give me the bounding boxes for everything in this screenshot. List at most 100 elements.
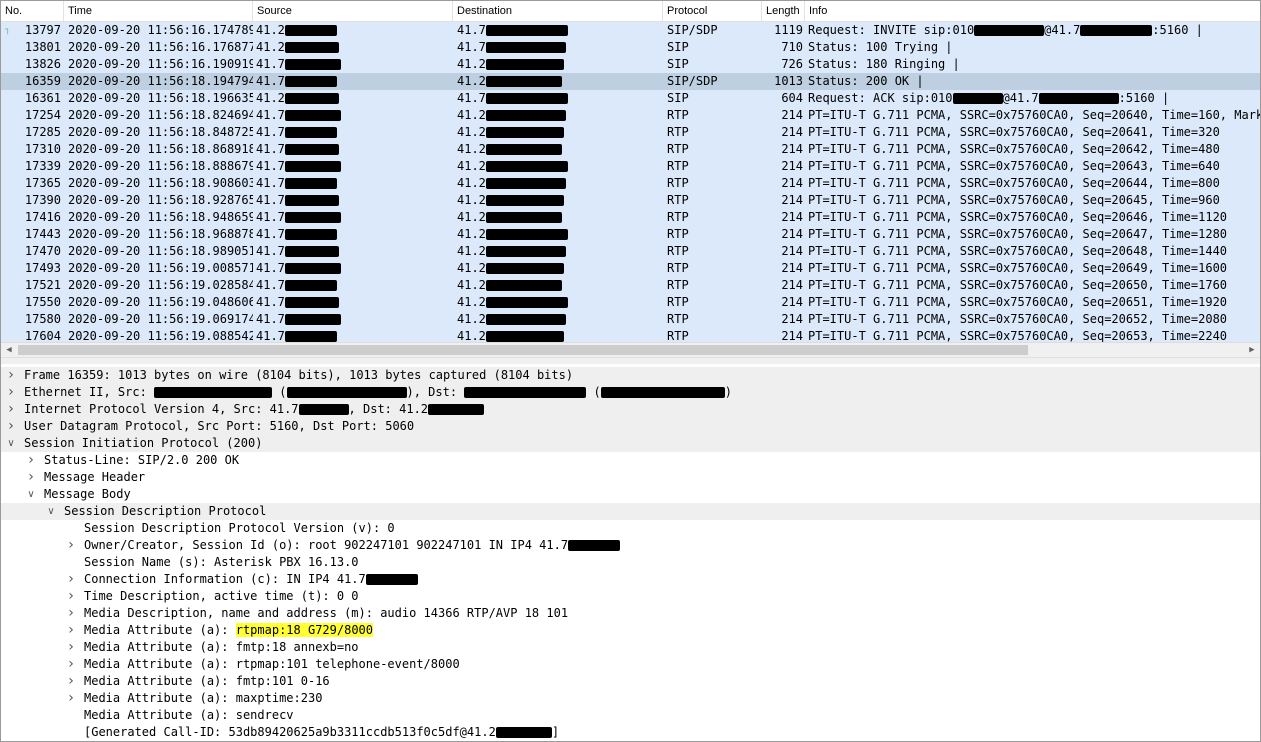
packet-row[interactable]: 13826 2020-09-20 11:56:16.190919 41.7 41.2 S… <box>1 56 1260 73</box>
chevron-down-icon[interactable]: ∨ <box>25 486 37 503</box>
packet-row[interactable]: 16361 2020-09-20 11:56:18.196635 41.2 41.7 S… <box>1 90 1260 107</box>
column-header-time[interactable]: Time <box>64 1 253 21</box>
packet-destination-text: 41.2 <box>457 278 486 292</box>
chevron-right-icon[interactable]: › <box>5 367 17 384</box>
packet-row[interactable]: 17285 2020-09-20 11:56:18.848725 41.7 41.2 R… <box>1 124 1260 141</box>
packet-row[interactable]: 17521 2020-09-20 11:56:19.028584 41.7 41.2 R… <box>1 277 1260 294</box>
packet-protocol: RTP <box>667 124 762 141</box>
detail-row[interactable]: › Media Description, name and address (m)… <box>1 605 1260 622</box>
packet-number-text: 17390 <box>24 193 61 207</box>
packet-length-text: 726 <box>781 57 803 71</box>
detail-row[interactable]: › Message Header <box>1 469 1260 486</box>
packet-destination: 41.2 <box>457 73 662 90</box>
packet-length-text: 214 <box>781 244 803 258</box>
chevron-right-icon[interactable]: › <box>65 588 77 605</box>
column-header-protocol[interactable]: Protocol <box>663 1 762 21</box>
scrollbar-thumb[interactable] <box>18 345 1028 355</box>
packet-destination: 41.2 <box>457 226 662 243</box>
column-header-no[interactable]: No. <box>1 1 64 21</box>
packet-row[interactable]: 17416 2020-09-20 11:56:18.948659 41.7 41.2 R… <box>1 209 1260 226</box>
detail-row[interactable]: › Media Attribute (a): fmtp:101 0-16 <box>1 673 1260 690</box>
packet-row[interactable]: 17550 2020-09-20 11:56:19.048606 41.7 41.2 R… <box>1 294 1260 311</box>
horizontal-scrollbar[interactable]: ◀ ▶ <box>1 342 1260 357</box>
packet-row[interactable]: 17390 2020-09-20 11:56:18.928765 41.7 41.2 R… <box>1 192 1260 209</box>
chevron-down-icon[interactable]: ∨ <box>5 435 17 452</box>
detail-row[interactable]: ∨ Session Description Protocol <box>1 503 1260 520</box>
detail-row[interactable]: › Status-Line: SIP/2.0 200 OK <box>1 452 1260 469</box>
packet-source: 41.7 <box>256 56 451 73</box>
packet-time-text: 2020-09-20 11:56:16.176877 <box>68 40 253 54</box>
packet-time: 2020-09-20 11:56:16.174789 <box>68 22 253 39</box>
packet-row[interactable]: 17365 2020-09-20 11:56:18.908603 41.7 41.2 R… <box>1 175 1260 192</box>
detail-row[interactable]: › Connection Information (c): IN IP4 41.7 <box>1 571 1260 588</box>
detail-row[interactable]: Media Attribute (a): sendrecv <box>1 707 1260 724</box>
detail-row[interactable]: › Media Attribute (a): rtpmap:101 telepho… <box>1 656 1260 673</box>
packet-row[interactable]: 17310 2020-09-20 11:56:18.868918 41.7 41.2 R… <box>1 141 1260 158</box>
packet-source: 41.7 <box>256 277 451 294</box>
packet-row[interactable]: 17443 2020-09-20 11:56:18.968878 41.7 41.2 R… <box>1 226 1260 243</box>
packet-info-host: @41.7 <box>1002 91 1039 105</box>
detail-row[interactable]: › Owner/Creator, Session Id (o): root 902… <box>1 537 1260 554</box>
packet-length-text: 1119 <box>774 23 803 37</box>
packet-row[interactable]: 17580 2020-09-20 11:56:19.069174 41.7 41.2 R… <box>1 311 1260 328</box>
chevron-right-icon[interactable]: › <box>5 384 17 401</box>
chevron-right-icon[interactable]: › <box>65 656 77 673</box>
packet-destination: 41.2 <box>457 56 662 73</box>
packet-row[interactable]: 17254 2020-09-20 11:56:18.824694 41.7 41.2 R… <box>1 107 1260 124</box>
chevron-right-icon[interactable]: › <box>65 571 77 588</box>
packet-row[interactable]: 17493 2020-09-20 11:56:19.008571 41.7 41.2 R… <box>1 260 1260 277</box>
detail-label: Session Name (s): Asterisk PBX 16.13.0 <box>84 555 359 569</box>
detail-row[interactable]: › Media Attribute (a): rtpmap:18 G729/800… <box>1 622 1260 639</box>
scroll-right-icon[interactable]: ▶ <box>1244 343 1260 357</box>
packet-info: PT=ITU-T G.711 PCMA, SSRC=0x75760CA0, Se… <box>808 311 1260 328</box>
detail-label: Owner/Creator, Session Id (o): root 9022… <box>84 538 569 552</box>
packet-row[interactable]: 17470 2020-09-20 11:56:18.989051 41.7 41.2 R… <box>1 243 1260 260</box>
packet-row[interactable]: ┐ 13797 2020-09-20 11:56:16.174789 41.2 41.7… <box>1 22 1260 39</box>
source-redaction <box>284 178 337 189</box>
column-header-destination[interactable]: Destination <box>453 1 663 21</box>
packet-number: 17254 <box>1 107 61 124</box>
chevron-right-icon[interactable]: › <box>65 690 77 707</box>
detail-row[interactable]: › Time Description, active time (t): 0 0 <box>1 588 1260 605</box>
chevron-right-icon[interactable]: › <box>5 418 17 435</box>
packet-destination-text: 41.2 <box>457 261 486 275</box>
packet-protocol: RTP <box>667 107 762 124</box>
packet-info: PT=ITU-T G.711 PCMA, SSRC=0x75760CA0, Se… <box>808 277 1260 294</box>
chevron-right-icon[interactable]: › <box>65 622 77 639</box>
packet-row[interactable]: 16359 2020-09-20 11:56:18.194794 41.7 41.2 S… <box>1 73 1260 90</box>
packet-info: PT=ITU-T G.711 PCMA, SSRC=0x75760CA0, Se… <box>808 260 1260 277</box>
detail-row[interactable]: ∨ Message Body <box>1 486 1260 503</box>
detail-row[interactable]: [Generated Call-ID: 53db89420625a9b3311c… <box>1 724 1260 741</box>
detail-row[interactable]: › Media Attribute (a): fmtp:18 annexb=no <box>1 639 1260 656</box>
column-header-length[interactable]: Length <box>762 1 805 21</box>
packet-row[interactable]: 17604 2020-09-20 11:56:19.088542 41.7 41.2 R… <box>1 328 1260 342</box>
detail-text: Time Description, active time (t): 0 0 <box>84 588 359 605</box>
column-header-info[interactable]: Info <box>805 1 1260 21</box>
chevron-right-icon[interactable]: › <box>5 401 17 418</box>
packet-source: 41.2 <box>256 90 451 107</box>
chevron-right-icon[interactable]: › <box>25 469 37 486</box>
detail-row[interactable]: › User Datagram Protocol, Src Port: 5160,… <box>1 418 1260 435</box>
detail-row[interactable]: Session Description Protocol Version (v)… <box>1 520 1260 537</box>
chevron-right-icon[interactable]: › <box>65 537 77 554</box>
detail-row[interactable]: › Internet Protocol Version 4, Src: 41.7,… <box>1 401 1260 418</box>
chevron-right-icon[interactable]: › <box>65 639 77 656</box>
mac-redaction <box>464 387 587 398</box>
chevron-right-icon[interactable]: › <box>65 673 77 690</box>
chevron-down-icon[interactable]: ∨ <box>45 503 57 520</box>
chevron-right-icon[interactable]: › <box>65 605 77 622</box>
chevron-right-icon[interactable]: › <box>25 452 37 469</box>
detail-row[interactable]: Session Name (s): Asterisk PBX 16.13.0 <box>1 554 1260 571</box>
packet-length-text: 604 <box>781 91 803 105</box>
scroll-left-icon[interactable]: ◀ <box>1 343 17 357</box>
detail-row[interactable]: › Ethernet II, Src: (), Dst: () <box>1 384 1260 401</box>
detail-text: Session Name (s): Asterisk PBX 16.13.0 <box>84 554 359 571</box>
destination-redaction <box>485 263 564 274</box>
packet-row[interactable]: 13801 2020-09-20 11:56:16.176877 41.2 41.7 S… <box>1 39 1260 56</box>
column-header-source[interactable]: Source <box>253 1 453 21</box>
detail-row[interactable]: › Frame 16359: 1013 bytes on wire (8104 b… <box>1 367 1260 384</box>
packet-destination-text: 41.2 <box>457 142 486 156</box>
packet-row[interactable]: 17339 2020-09-20 11:56:18.888679 41.7 41.2 R… <box>1 158 1260 175</box>
detail-row[interactable]: ∨ Session Initiation Protocol (200) <box>1 435 1260 452</box>
detail-row[interactable]: › Media Attribute (a): maxptime:230 <box>1 690 1260 707</box>
